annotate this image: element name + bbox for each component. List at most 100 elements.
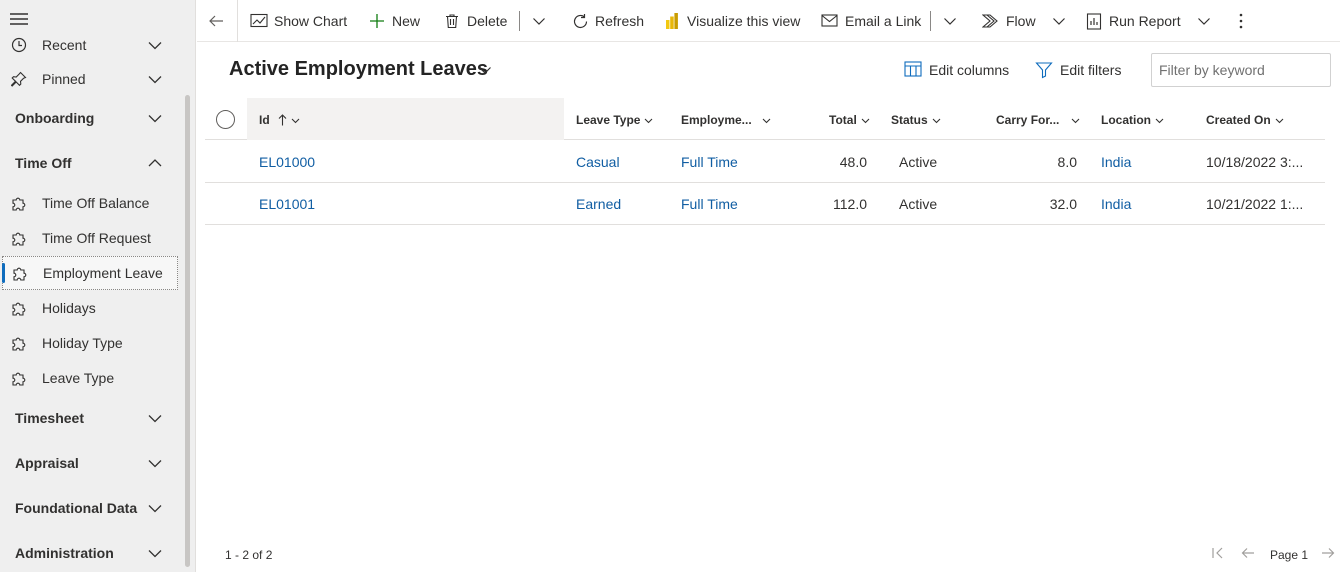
sidebar-item-time-off-request[interactable]: Time Off Request [0,221,180,255]
filter-icon [1035,61,1053,79]
column-header-id[interactable]: Id [259,112,300,128]
column-header-carry-forward[interactable]: Carry For... [996,112,1080,128]
flow-label: Flow [1006,13,1036,29]
chevron-down-icon[interactable] [146,109,164,127]
chevron-down-icon [861,116,870,125]
view-selector-chevron-icon[interactable] [478,63,492,77]
next-page-icon[interactable] [1321,546,1335,560]
sidebar-group-administration[interactable]: Administration [0,536,180,570]
sidebar-group-appraisal[interactable]: Appraisal [0,446,180,480]
carry-forward-cell: 32.0 [1049,196,1077,212]
email-link-icon [821,12,839,30]
sidebar-item-holidays[interactable]: Holidays [0,291,180,325]
sidebar-item-time-off-balance[interactable]: Time Off Balance [0,186,180,220]
table-row[interactable] [205,141,1325,183]
chevron-down-icon[interactable] [146,544,164,562]
sidebar-group-timesheet[interactable]: Timesheet [0,401,180,435]
sidebar-item-label: Pinned [42,71,86,87]
flow-button[interactable]: Flow [982,0,1074,42]
sidebar-group-onboarding[interactable]: Onboarding [0,101,180,135]
sidebar-group-time-off[interactable]: Time Off [0,146,180,180]
chevron-down-icon [291,116,300,125]
new-label: New [392,13,421,29]
sidebar-group-label: Appraisal [15,455,79,471]
sidebar-item-pinned[interactable]: Pinned [0,62,180,96]
page-number: Page 1 [1270,548,1309,562]
refresh-icon [571,12,589,30]
table-row[interactable] [205,183,1325,225]
employment-link[interactable]: Full Time [681,154,738,170]
chevron-down-icon[interactable] [146,499,164,517]
chevron-down-icon [941,12,959,30]
refresh-button[interactable]: Refresh [571,0,644,42]
delete-button[interactable]: Delete [443,0,507,42]
sidebar-item-leave-type[interactable]: Leave Type [0,361,180,395]
employment-link[interactable]: Full Time [681,196,738,212]
first-page-icon[interactable] [1211,546,1225,560]
chevron-down-icon [530,12,548,30]
record-id-link[interactable]: EL01001 [259,196,315,212]
back-button[interactable] [207,0,231,42]
visualize-button[interactable]: Visualize this view [663,0,800,42]
carry-forward-cell: 8.0 [1057,154,1077,170]
more-commands-dropdown[interactable] [530,0,554,42]
clock-icon [10,36,28,54]
sidebar-item-employment-leave[interactable]: Employment Leave [2,256,178,290]
sidebar-group-foundational-data[interactable]: Foundational Data [0,491,180,525]
puzzle-icon [10,229,28,247]
hamburger-icon[interactable] [10,12,28,28]
edit-filters-button[interactable]: Edit filters [1035,58,1121,82]
chevron-down-icon[interactable] [146,70,164,88]
column-header-label: Total [829,113,857,127]
sidebar-item-recent[interactable]: Recent [0,28,180,62]
chevron-down-icon [762,116,771,125]
sidebar-item-label: Employment Leave [43,265,163,281]
location-link[interactable]: India [1101,196,1131,212]
email-link-button[interactable]: Email a Link [821,0,921,42]
column-header-total[interactable]: Total [829,112,870,128]
run-report-button[interactable]: Run Report [1085,0,1219,42]
column-header-location[interactable]: Location [1101,112,1164,128]
sidebar-item-label: Recent [42,37,87,53]
column-header-employment[interactable]: Employme... [681,112,771,128]
chevron-down-icon[interactable] [146,36,164,54]
show-chart-button[interactable]: Show Chart [250,0,347,42]
refresh-label: Refresh [595,13,645,29]
filter-by-keyword-input[interactable] [1151,53,1331,87]
column-header-label: Carry For... [996,113,1060,127]
chevron-down-icon[interactable] [146,409,164,427]
email-dropdown[interactable] [941,0,965,42]
status-cell: Active [899,196,938,212]
select-all-checkbox[interactable] [216,110,235,129]
column-header-label: Employme... [681,113,752,127]
column-header-leave-type[interactable]: Leave Type [576,112,653,128]
columns-icon [904,61,922,79]
divider [930,11,931,31]
column-header-status[interactable]: Status [891,112,941,128]
email-link-label: Email a Link [845,13,922,29]
sidebar-scrollbar[interactable] [185,95,190,567]
chevron-up-icon[interactable] [146,154,164,172]
column-header-created-on[interactable]: Created On [1206,112,1284,128]
sidebar: Recent Pinned Onboarding Time Off Time O… [0,0,196,572]
chevron-down-icon[interactable] [146,454,164,472]
leave-type-link[interactable]: Casual [576,154,620,170]
sidebar-group-label: Time Off [15,155,72,171]
view-title[interactable]: Active Employment Leaves [229,58,488,81]
chevron-down-icon [1155,116,1164,125]
run-report-label: Run Report [1109,13,1181,29]
previous-page-icon[interactable] [1241,546,1255,560]
edit-columns-button[interactable]: Edit columns [904,58,1009,82]
selection-indicator [2,263,5,283]
leave-type-link[interactable]: Earned [576,196,621,212]
chart-icon [250,12,268,30]
column-header-label: Leave Type [576,113,641,127]
record-id-link[interactable]: EL01000 [259,154,315,170]
sidebar-item-holiday-type[interactable]: Holiday Type [0,326,180,360]
more-options-button[interactable] [1232,0,1256,42]
chevron-down-icon [1195,12,1213,30]
location-link[interactable]: India [1101,154,1131,170]
new-button[interactable]: New [368,0,420,42]
chevron-down-icon [1050,12,1068,30]
total-cell: 112.0 [833,196,867,212]
